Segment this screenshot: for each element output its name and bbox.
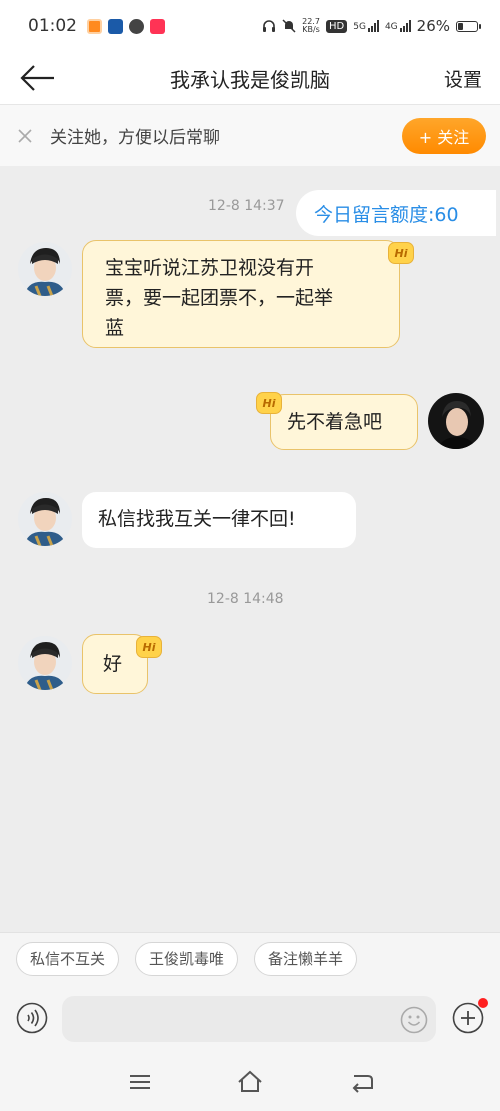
follow-prompt-text: 关注她，方便以后常聊 — [50, 128, 220, 148]
signal-5g: 5G — [353, 20, 379, 32]
timestamp: 12-8 14:37 — [208, 198, 285, 214]
status-right: 22.7 KB/s HD 5G 4G 26% — [262, 17, 481, 35]
sender-avatar[interactable] — [18, 242, 72, 296]
system-nav-bar — [0, 1052, 500, 1111]
close-icon[interactable] — [16, 127, 34, 145]
weibo-icon — [87, 18, 102, 34]
signal-icon-2 — [399, 20, 411, 32]
mute-bell-icon — [282, 19, 296, 33]
quick-reply-tags: 私信不互关 王俊凯毒唯 备注懒羊羊 — [0, 932, 500, 984]
page-title: 我承认我是俊凯脑 — [170, 67, 330, 92]
chat-area[interactable]: 12-8 14:37 今日留言额度:60 宝宝听说江苏卫视没有开 票，要一起团票… — [0, 166, 500, 932]
back-arrow-icon[interactable] — [18, 60, 58, 96]
message-line: 票，要一起团票不，一起举 — [105, 287, 334, 309]
battery-icon — [456, 20, 481, 32]
sender-avatar[interactable] — [18, 636, 72, 690]
status-left: 01:02 — [28, 16, 165, 36]
avatar-image — [18, 492, 72, 546]
message-bubble[interactable]: 先不着急吧 — [270, 394, 418, 450]
back-nav-icon[interactable] — [348, 1068, 376, 1096]
signal-4g-label: 4G — [384, 22, 398, 32]
net-speed: 22.7 KB/s — [302, 18, 320, 34]
message-quota: 今日留言额度:60 — [296, 190, 496, 236]
sender-avatar[interactable] — [18, 492, 72, 546]
calendar-icon — [108, 18, 123, 34]
menu-icon[interactable] — [126, 1068, 154, 1096]
chat-header: 我承认我是俊凯脑 设置 — [0, 52, 500, 104]
signal-5g-label: 5G — [353, 22, 366, 32]
message-bubble[interactable]: 宝宝听说江苏卫视没有开 票，要一起团票不，一起举 蓝 — [82, 240, 400, 348]
hd-badge: HD — [326, 19, 348, 33]
message-line: 蓝 — [105, 317, 125, 339]
message-line: 宝宝听说江苏卫视没有开 — [105, 257, 315, 279]
avatar-image — [18, 636, 72, 690]
message-bubble[interactable]: 私信找我互关一律不回! — [82, 492, 356, 548]
hi-badge: Hi — [256, 392, 282, 414]
battery-fill — [458, 22, 464, 30]
camera-app-icon — [150, 18, 165, 34]
avatar-image — [428, 393, 484, 449]
battery-percent: 26% — [416, 17, 450, 35]
signal-icon — [367, 20, 379, 32]
headphones-icon — [263, 20, 276, 32]
follow-button[interactable]: + 关注 — [402, 118, 486, 154]
quick-tag[interactable]: 王俊凯毒唯 — [135, 941, 239, 976]
hi-badge: Hi — [388, 242, 414, 264]
follow-prompt-bar: 关注她，方便以后常聊 + 关注 — [0, 104, 500, 166]
avatar-image — [18, 242, 72, 296]
quick-tag[interactable]: 私信不互关 — [16, 941, 120, 976]
my-avatar[interactable] — [428, 393, 484, 449]
link-icon — [129, 18, 144, 34]
signal-4g: 4G — [385, 20, 411, 32]
timestamp: 12-8 14:48 — [207, 591, 284, 607]
input-bar — [0, 984, 500, 1052]
home-icon[interactable] — [236, 1068, 264, 1096]
status-time: 01:02 — [28, 16, 77, 36]
net-speed-unit: KB/s — [302, 25, 320, 34]
settings-button[interactable]: 设置 — [444, 65, 482, 92]
emoji-icon[interactable] — [400, 1006, 428, 1034]
message-input[interactable] — [62, 996, 436, 1042]
hi-badge: Hi — [136, 636, 162, 658]
status-bar: 01:02 22.7 KB/s HD 5G 4G 26% — [0, 0, 500, 52]
quick-tag[interactable]: 备注懒羊羊 — [254, 941, 358, 976]
notification-dot — [478, 998, 488, 1008]
voice-icon[interactable] — [16, 1002, 48, 1034]
